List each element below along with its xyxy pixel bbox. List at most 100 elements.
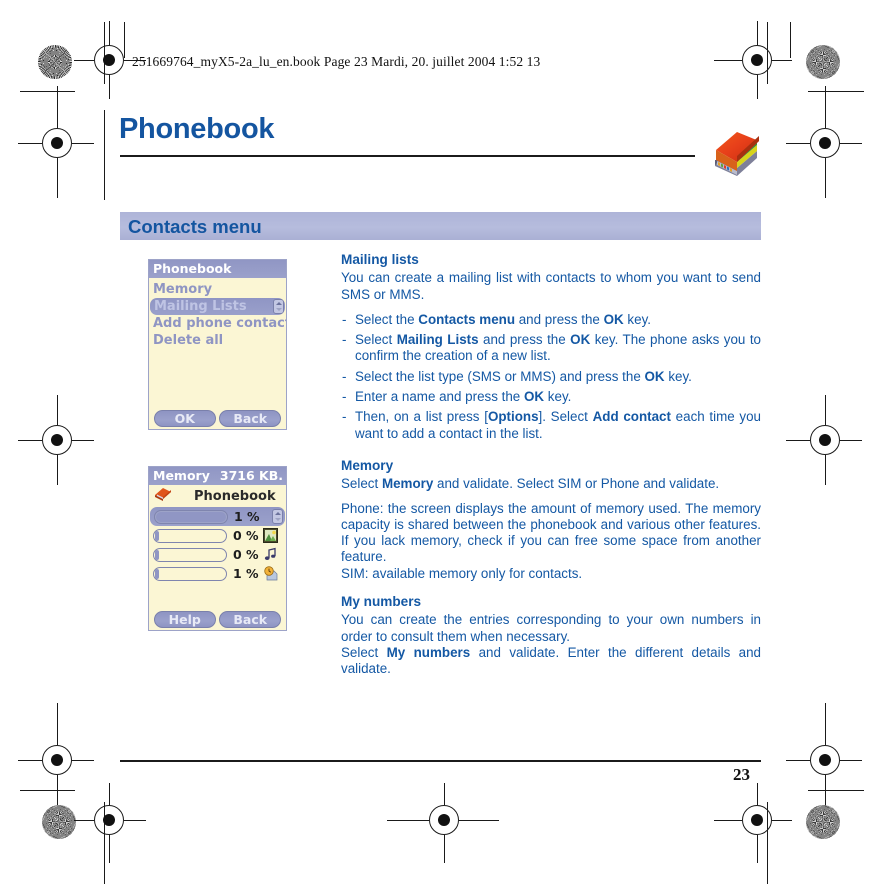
softkey-bar: Help Back bbox=[149, 611, 286, 628]
paragraph-memory-select: Select Memory and validate. Select SIM o… bbox=[341, 476, 761, 492]
file-stamp: 251669764_myX5-2a_lu_en.book Page 23 Mar… bbox=[132, 54, 541, 69]
softkey-back[interactable]: Back bbox=[219, 611, 282, 628]
heading-mailing-lists: Mailing lists bbox=[341, 252, 419, 267]
paragraph-memory-phone: Phone: the screen displays the amount of… bbox=[341, 500, 761, 565]
starburst-mark-bottom-left bbox=[42, 805, 76, 839]
scrollbar-thumb[interactable] bbox=[273, 299, 284, 314]
softkey-help[interactable]: Help bbox=[153, 611, 216, 628]
starburst-mark-bottom-right bbox=[806, 805, 840, 839]
paragraph-memory-sim: SIM: available memory only for contacts. bbox=[341, 565, 583, 581]
step-bold: OK bbox=[644, 368, 665, 384]
registration-mark-bottom-left-2 bbox=[74, 783, 146, 863]
memory-bar-row-pictures[interactable]: 0 % bbox=[149, 526, 286, 545]
step-bold: Contacts menu bbox=[418, 311, 516, 327]
step-text: Select bbox=[355, 332, 397, 348]
mailing-lists-steps: Select the Contacts menu and press the O… bbox=[341, 312, 761, 442]
memory-gauge bbox=[153, 528, 227, 543]
registration-mark-left bbox=[18, 86, 94, 198]
section-header-bar: Contacts menu bbox=[120, 212, 761, 240]
step-text: key. bbox=[623, 311, 651, 327]
memory-header-row: Phonebook bbox=[149, 485, 286, 507]
registration-mark-right-middle bbox=[786, 395, 862, 485]
memory-bar-row-phonebook[interactable]: 1 % bbox=[150, 507, 285, 526]
trim-line bbox=[790, 22, 792, 58]
step-text: ]. Select bbox=[538, 409, 593, 425]
heading-memory: Memory bbox=[341, 457, 394, 473]
trim-line bbox=[20, 91, 75, 93]
step-text: and press the bbox=[478, 332, 571, 348]
heading-my-numbers: My numbers bbox=[341, 594, 422, 610]
registration-mark-left-middle bbox=[18, 395, 94, 485]
step-bold: Add contact bbox=[592, 409, 671, 425]
memory-header-label: Phonebook bbox=[194, 488, 276, 504]
title-divider bbox=[120, 155, 695, 157]
registration-mark-top-left bbox=[74, 21, 146, 99]
trim-line bbox=[808, 790, 864, 792]
softkey-back[interactable]: Back bbox=[219, 410, 282, 427]
registration-mark-bottom-right bbox=[786, 703, 862, 815]
footer-divider bbox=[120, 760, 761, 762]
phone-titlebar-label: Phonebook bbox=[153, 261, 232, 276]
memory-gauge bbox=[153, 547, 227, 562]
my-numbers-text: Select bbox=[341, 644, 387, 660]
list-item: Select the Contacts menu and press the O… bbox=[341, 311, 761, 329]
memory-percent: 1 % bbox=[234, 509, 260, 524]
step-bold: OK bbox=[570, 332, 591, 348]
step-text: and press the bbox=[515, 311, 604, 327]
article-body: Mailing lists You can create a mailing l… bbox=[341, 252, 761, 678]
memory-text: Select bbox=[341, 476, 382, 492]
registration-mark-bottom-center bbox=[387, 783, 499, 863]
menu-item-delete-all[interactable]: Delete all bbox=[149, 332, 286, 349]
paragraph-my-numbers-1: You can create the entries corresponding… bbox=[341, 612, 761, 644]
registration-mark-right bbox=[786, 86, 862, 198]
step-text: Select the list type (SMS or MMS) and pr… bbox=[355, 368, 645, 384]
list-item: Select Mailing Lists and press the OK ke… bbox=[341, 332, 761, 365]
menu-item-memory[interactable]: Memory bbox=[149, 281, 286, 298]
memory-percent: 0 % bbox=[233, 547, 259, 562]
phone-memory-total: 3716 KB. bbox=[219, 468, 283, 483]
clock-document-icon bbox=[263, 566, 278, 581]
menu-item-mailing-lists[interactable]: Mailing Lists bbox=[150, 298, 285, 315]
step-text: Select the bbox=[355, 311, 419, 327]
menu-item-add-phone-contact[interactable]: Add phone contact bbox=[149, 315, 286, 332]
step-text: Then, on a list press [ bbox=[355, 409, 488, 425]
phone-screen-contacts-menu: Phonebook Memory Mailing Lists Add phone… bbox=[148, 259, 287, 430]
step-bold: OK bbox=[523, 389, 545, 405]
step-text: key. bbox=[544, 389, 572, 405]
phone-titlebar-label: Memory bbox=[153, 468, 210, 483]
menu-item-label: Mailing Lists bbox=[154, 299, 247, 314]
list-item: Enter a name and press the OK key. bbox=[341, 389, 761, 406]
memory-gauge bbox=[153, 566, 227, 581]
memory-bar-row-other[interactable]: 1 % bbox=[149, 564, 286, 583]
phone-screen-memory: Memory 3716 KB. Phonebook 1 % 0 % 0 % 1 … bbox=[148, 466, 287, 631]
softkey-ok[interactable]: OK bbox=[153, 410, 216, 427]
phone-body: Phonebook 1 % 0 % 0 % 1 % Help Back bbox=[149, 485, 286, 631]
list-item: Select the list type (SMS or MMS) and pr… bbox=[341, 368, 761, 386]
paragraph-my-numbers-2: Select My numbers and validate. Enter th… bbox=[341, 645, 761, 678]
paragraph-mailing-lists-intro: You can create a mailing list with conta… bbox=[341, 270, 761, 302]
music-note-icon bbox=[263, 547, 278, 562]
step-text: Enter a name and press the bbox=[355, 389, 524, 405]
registration-mark-bottom-right-2 bbox=[714, 783, 792, 863]
phone-body: Memory Mailing Lists Add phone contact D… bbox=[149, 278, 286, 430]
memory-bold: Memory bbox=[381, 476, 434, 492]
picture-icon bbox=[263, 528, 278, 543]
trim-line bbox=[808, 91, 864, 93]
page-number: 23 bbox=[733, 765, 750, 784]
scrollbar-thumb[interactable] bbox=[272, 509, 283, 524]
menu-item-label: Memory bbox=[153, 282, 213, 297]
step-bold: OK bbox=[603, 311, 624, 327]
memory-percent: 1 % bbox=[233, 566, 259, 581]
memory-percent: 0 % bbox=[233, 528, 259, 543]
starburst-mark-top-right bbox=[806, 45, 840, 79]
registration-mark-top-right bbox=[714, 21, 792, 99]
phonebook-book-icon bbox=[707, 130, 763, 178]
book-icon bbox=[154, 487, 172, 505]
my-numbers-bold: My numbers bbox=[386, 644, 471, 660]
starburst-mark-top-left bbox=[38, 45, 72, 79]
memory-text: and validate. Select SIM or Phone and va… bbox=[433, 476, 720, 492]
step-bold: Options bbox=[487, 409, 539, 425]
phone-titlebar: Memory 3716 KB. bbox=[149, 467, 286, 485]
list-item: Then, on a list press [Options]. Select … bbox=[341, 409, 761, 442]
memory-bar-row-sounds[interactable]: 0 % bbox=[149, 545, 286, 564]
